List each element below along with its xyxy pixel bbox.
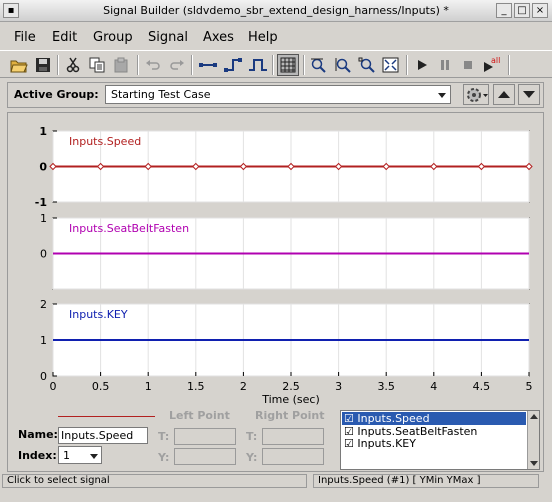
fit-view-icon[interactable] xyxy=(380,54,402,76)
x-axis-label: Time (sec) xyxy=(261,393,320,406)
chevron-down-icon[interactable] xyxy=(89,450,99,464)
index-label: Index: xyxy=(18,449,57,462)
status-bar: Click to select signal Inputs.Speed (#1)… xyxy=(0,472,552,502)
left-t-label: T: xyxy=(158,430,170,443)
signal-list-item[interactable]: ☑ Inputs.KEY xyxy=(342,437,526,450)
start-simulation-icon[interactable] xyxy=(411,54,433,76)
x-tick-label: 2 xyxy=(240,380,247,393)
y-tick-label: 0 xyxy=(40,248,47,261)
pause-icon xyxy=(434,54,456,76)
chevron-down-icon[interactable] xyxy=(436,89,448,101)
toolbar: all xyxy=(0,50,552,78)
right-y-label: Y: xyxy=(246,451,258,464)
step-icon[interactable] xyxy=(222,54,244,76)
right-t-label: T: xyxy=(246,430,258,443)
menu-help[interactable]: Help xyxy=(248,30,278,45)
line-segment-icon[interactable] xyxy=(197,54,219,76)
menu-signal[interactable]: Signal xyxy=(148,30,188,45)
x-tick-label: 0.5 xyxy=(92,380,110,393)
x-tick-label: 3.5 xyxy=(377,380,395,393)
open-icon[interactable] xyxy=(8,54,30,76)
stop-icon xyxy=(457,54,479,76)
redo-icon xyxy=(166,54,188,76)
right-point-y-field xyxy=(262,448,324,465)
x-tick-label: 2.5 xyxy=(282,380,300,393)
signal-name-label: Inputs.SeatBeltFasten xyxy=(69,222,189,235)
left-y-label: Y: xyxy=(158,451,170,464)
zoom-x-icon[interactable] xyxy=(308,54,330,76)
maximize-icon[interactable]: □ xyxy=(514,3,530,18)
window-title: Signal Builder (sldvdemo_sbr_extend_desi… xyxy=(103,4,449,17)
active-group-value: Starting Test Case xyxy=(111,88,211,101)
menu-axes[interactable]: Axes xyxy=(203,30,234,45)
minimize-icon[interactable]: _ xyxy=(496,3,512,18)
right-point-t-field xyxy=(262,428,324,445)
menu-bar: File Edit Group Signal Axes Help xyxy=(0,27,552,49)
status-signal-info: Inputs.Speed (#1) [ YMin YMax ] xyxy=(313,474,539,488)
right-point-label: Right Point xyxy=(255,409,325,422)
grid-icon[interactable] xyxy=(277,54,299,76)
pulse-icon[interactable] xyxy=(247,54,269,76)
left-point-t-field xyxy=(174,428,236,445)
signal-name-label: Inputs.KEY xyxy=(69,308,128,321)
svg-text:all: all xyxy=(491,56,500,65)
x-tick-label: 5 xyxy=(526,380,533,393)
y-tick-label: 1 xyxy=(40,212,47,225)
index-dropdown[interactable]: 1 xyxy=(58,446,102,464)
x-tick-label: 4 xyxy=(430,380,437,393)
active-group-bar: Active Group: Starting Test Case xyxy=(7,82,544,108)
left-point-label: Left Point xyxy=(169,409,230,422)
signal-name-input[interactable] xyxy=(58,427,148,444)
move-group-down-button[interactable] xyxy=(518,84,540,105)
menu-group[interactable]: Group xyxy=(93,30,133,45)
x-tick-label: 4.5 xyxy=(473,380,491,393)
signal-list-item[interactable]: ☑ Inputs.Speed xyxy=(342,412,526,425)
y-tick-label: 2 xyxy=(40,298,47,311)
close-icon[interactable]: × xyxy=(532,3,548,18)
undo-icon xyxy=(142,54,164,76)
y-tick-label: 0 xyxy=(40,370,47,383)
zoom-box-icon[interactable] xyxy=(356,54,378,76)
paste-icon xyxy=(110,54,132,76)
y-tick-label: 0 xyxy=(39,161,47,174)
y-tick-label: 1 xyxy=(40,334,47,347)
run-all-icon[interactable]: all xyxy=(480,54,502,76)
signal-name-label: Inputs.Speed xyxy=(69,135,141,148)
title-bar: ▪ Signal Builder (sldvdemo_sbr_extend_de… xyxy=(0,0,552,22)
index-value: 1 xyxy=(63,449,70,462)
group-settings-button[interactable] xyxy=(463,84,489,105)
menu-file[interactable]: File xyxy=(14,30,36,45)
save-icon[interactable] xyxy=(32,54,54,76)
name-label: Name: xyxy=(18,428,58,441)
x-tick-label: 1.5 xyxy=(187,380,205,393)
cut-icon[interactable] xyxy=(62,54,84,76)
signal-list-scrollbar[interactable] xyxy=(527,411,539,469)
move-group-up-button[interactable] xyxy=(493,84,515,105)
menu-edit[interactable]: Edit xyxy=(52,30,77,45)
y-tick-label: -1 xyxy=(35,196,47,209)
left-point-y-field xyxy=(174,448,236,465)
zoom-y-icon[interactable] xyxy=(332,54,354,76)
status-message: Click to select signal xyxy=(2,474,307,488)
signal-list[interactable]: ☑ Inputs.Speed ☑ Inputs.SeatBeltFasten ☑… xyxy=(340,410,540,470)
x-tick-label: 1 xyxy=(145,380,152,393)
active-group-label: Active Group: xyxy=(14,88,99,101)
y-tick-label: 1 xyxy=(39,125,47,138)
x-tick-label: 3 xyxy=(335,380,342,393)
selected-line-style xyxy=(58,416,155,417)
x-tick-label: 0 xyxy=(50,380,57,393)
copy-icon[interactable] xyxy=(86,54,108,76)
active-group-dropdown[interactable]: Starting Test Case xyxy=(105,85,451,104)
